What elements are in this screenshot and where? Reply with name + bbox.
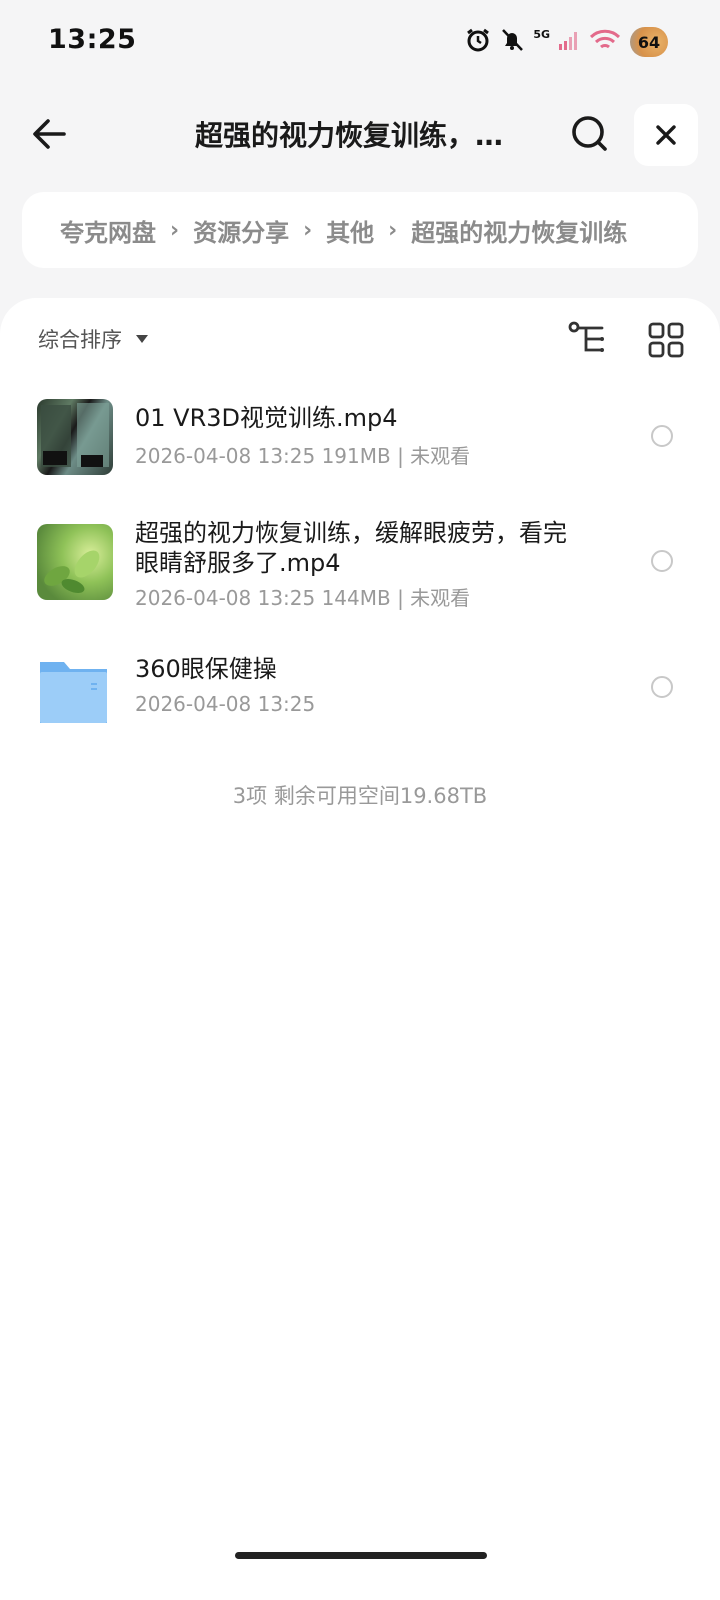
file-name-line-1: 超强的视力恢复训练，缓解眼疲劳，看完	[135, 519, 567, 547]
grid-view-icon	[648, 322, 684, 358]
folder-icon	[37, 654, 113, 730]
storage-summary: 3项 剩余可用空间19.68TB	[232, 784, 488, 808]
home-indicator[interactable]	[235, 1552, 487, 1559]
file-meta: 2026-04-08 13:25 144MB | 未观看	[135, 586, 471, 610]
select-radio[interactable]	[651, 550, 673, 572]
breadcrumb-item-other[interactable]: 其他	[326, 213, 374, 248]
select-radio[interactable]	[651, 425, 673, 447]
folder-name: 360眼保健操	[135, 655, 277, 683]
video-thumbnail	[37, 399, 113, 475]
grid-view-button[interactable]	[646, 320, 690, 364]
file-name: 01 VR3D视觉训练.mp4	[135, 404, 398, 432]
signal-icon	[558, 29, 580, 55]
folder-meta: 2026-04-08 13:25	[135, 692, 316, 716]
alarm-icon	[465, 27, 491, 57]
chevron-right-icon: ›	[303, 217, 313, 243]
list-item[interactable]: 360眼保健操 2026-04-08 13:25	[0, 638, 720, 738]
tree-view-icon	[568, 321, 604, 352]
status-icons: 5G 64	[465, 22, 668, 62]
breadcrumb-item-current: 超强的视力恢复训练	[411, 218, 628, 247]
chevron-right-icon: ›	[388, 217, 398, 243]
file-meta: 2026-04-08 13:25 191MB | 未观看	[135, 444, 471, 468]
battery-icon: 64	[630, 27, 668, 57]
header: 超强的视力恢复训练，…	[0, 100, 720, 170]
chevron-right-icon: ›	[170, 217, 180, 243]
tree-view-button[interactable]	[568, 320, 612, 364]
sort-label: 综合排序	[38, 328, 122, 352]
file-name-line-2: 眼睛舒服多了.mp4	[135, 549, 341, 577]
page-title: 超强的视力恢复训练，…	[195, 119, 504, 152]
video-thumbnail	[37, 524, 113, 600]
wifi-icon	[588, 28, 622, 56]
list-item[interactable]: 超强的视力恢复训练，缓解眼疲劳，看完 眼睛舒服多了.mp4 2026-04-08…	[0, 508, 720, 618]
file-list-panel: 综合排序 01 VR3D视觉训练.mp4 2026-04-08 13:25 19…	[0, 298, 720, 1600]
search-button[interactable]	[568, 112, 612, 156]
status-bar: 13:25 5G 64	[0, 0, 720, 84]
search-icon	[572, 116, 607, 151]
breadcrumb-item-share[interactable]: 资源分享	[193, 213, 289, 248]
sort-dropdown[interactable]: 综合排序	[38, 324, 148, 354]
breadcrumb-item-root[interactable]: 夸克网盘	[60, 213, 156, 248]
close-icon	[656, 125, 676, 145]
back-arrow-icon	[33, 119, 66, 149]
caret-down-icon	[136, 335, 148, 343]
network-type: 5G	[533, 27, 550, 41]
close-button[interactable]	[634, 104, 698, 166]
breadcrumb: 夸克网盘 › 资源分享 › 其他 › 超强的视力恢复训练	[22, 192, 698, 268]
select-radio[interactable]	[651, 676, 673, 698]
back-button[interactable]	[28, 112, 72, 156]
bell-off-icon	[499, 27, 525, 57]
clock: 13:25	[48, 24, 137, 55]
list-item[interactable]: 01 VR3D视觉训练.mp4 2026-04-08 13:25 191MB |…	[0, 384, 720, 494]
